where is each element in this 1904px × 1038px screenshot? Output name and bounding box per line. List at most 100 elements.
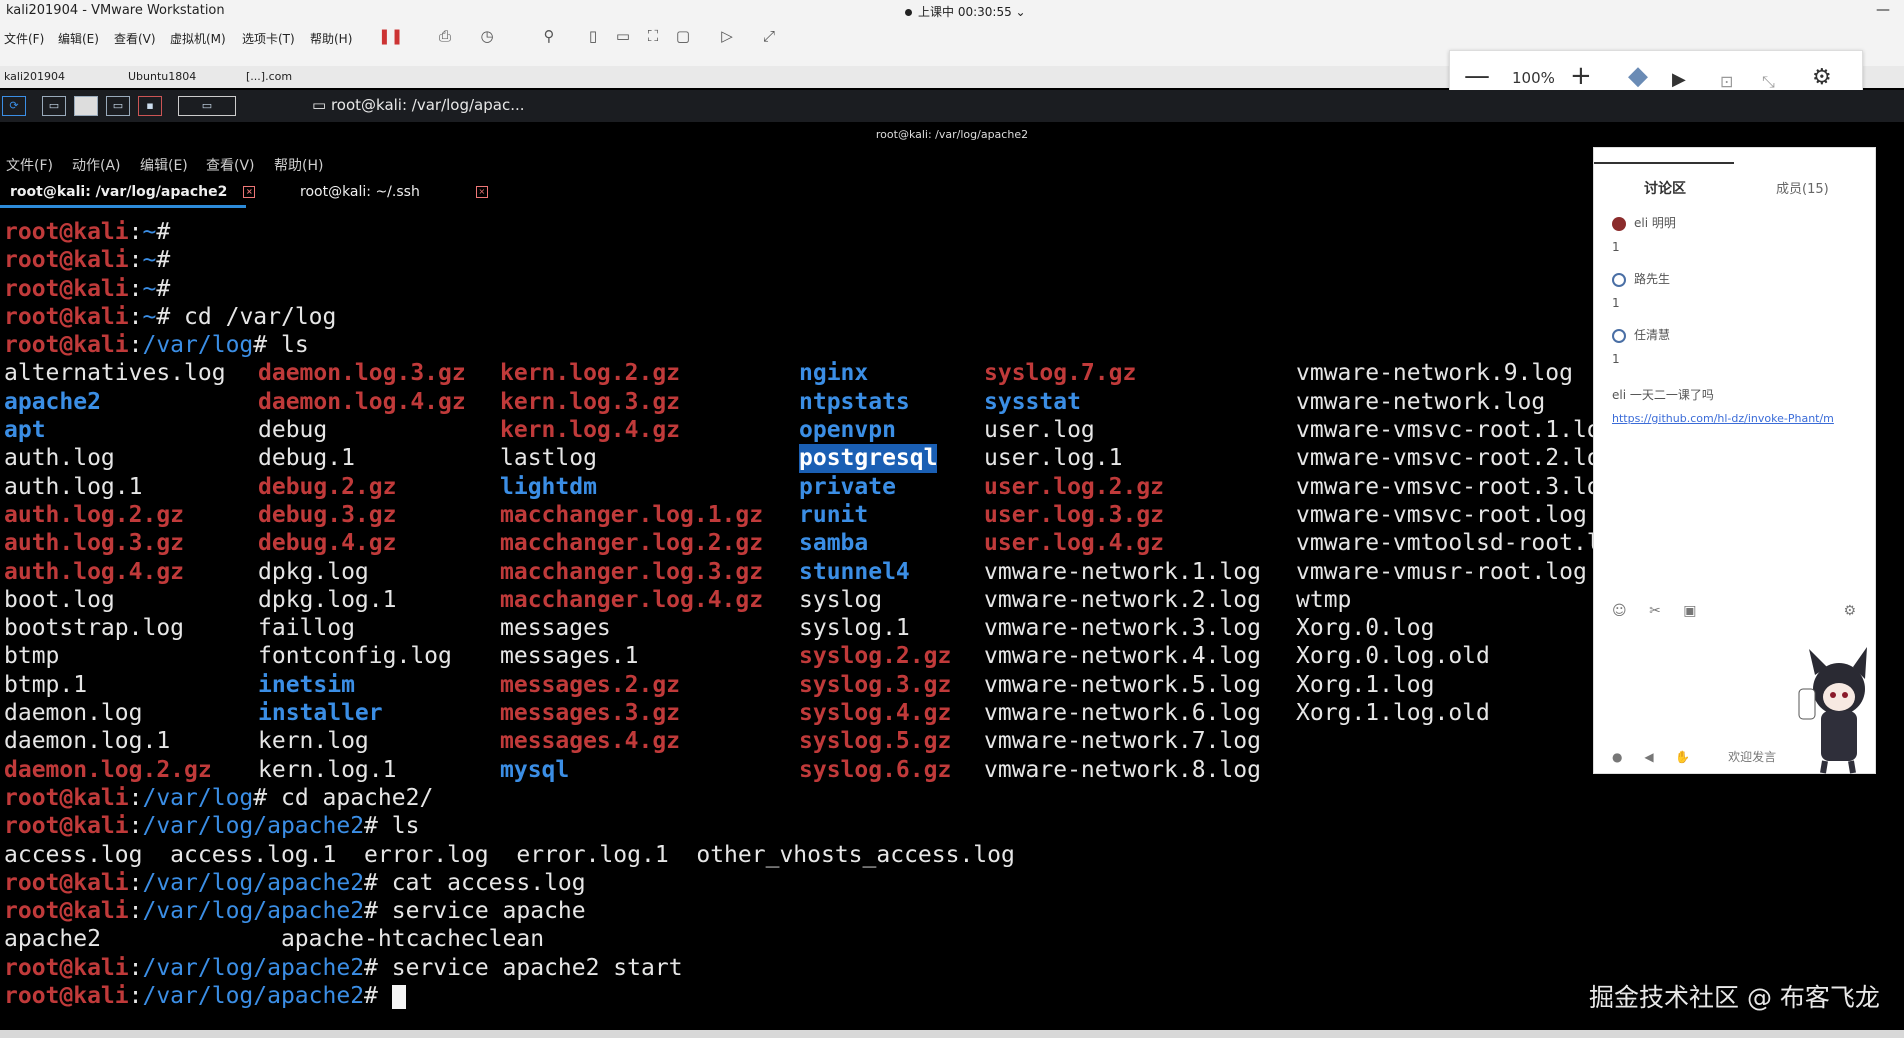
ls-entry: fontconfig.log <box>258 643 452 670</box>
term-menu-edit[interactable]: 编辑(E) <box>140 155 188 175</box>
settings-icon[interactable]: ⚙ <box>1843 603 1856 619</box>
ls-entry: dpkg.log <box>258 558 369 585</box>
image-icon[interactable]: ▣ <box>1683 603 1696 619</box>
vm-tab-ubuntu[interactable]: Ubuntu1804 <box>128 70 196 83</box>
chat-drag-bar <box>1594 162 1734 164</box>
prompt-user: root@kali <box>4 813 129 840</box>
chat-message: eli 一天二一课了吗 <box>1612 388 1714 402</box>
unity-icon[interactable]: ▢ <box>674 27 692 45</box>
mic-icon[interactable]: ● <box>1612 750 1622 764</box>
ls-entry: debug.4.gz <box>258 530 397 557</box>
command-text: ls <box>377 813 420 840</box>
terminal-title: root@kali: /var/log/apache2 <box>0 124 1904 146</box>
pause-icon[interactable]: ❚❚ <box>378 27 403 45</box>
menu-tabs[interactable]: 选项卡(T) <box>242 30 295 47</box>
ls-entry: kern.log <box>258 728 369 755</box>
vm-tab-other[interactable]: [...].com <box>246 70 292 83</box>
menu-view[interactable]: 查看(V) <box>114 30 156 47</box>
chat-message-text: 1 <box>1612 296 1620 310</box>
send-keys-icon[interactable]: ⎙ <box>436 27 454 45</box>
text-cursor <box>391 984 406 1009</box>
hand-icon[interactable]: ✋ <box>1675 750 1690 764</box>
ls-entry: vmware-network.log <box>1296 388 1546 415</box>
fullscreen-icon[interactable]: ⛶ <box>644 27 662 45</box>
session-status: 上课中 00:30:55 ⌄ <box>905 3 1026 20</box>
prompt-user: root@kali <box>4 898 129 925</box>
menu-edit[interactable]: 编辑(E) <box>58 30 99 47</box>
menu-vm[interactable]: 虚拟机(M) <box>170 30 226 47</box>
zoom-in-button[interactable]: + <box>1570 63 1592 89</box>
ls-entry: runit <box>799 501 869 528</box>
ls-entry: vmware-network.9.log <box>1296 360 1573 387</box>
close-tab-icon[interactable]: × <box>243 186 256 198</box>
chat-input-hint[interactable]: 欢迎发言 <box>1728 750 1776 764</box>
ls-entry: Xorg.0.log.old <box>1296 643 1490 670</box>
play-icon[interactable]: ◆ <box>1628 63 1648 89</box>
ls-entry: private <box>799 473 896 500</box>
menu-file[interactable]: 文件(F) <box>4 30 44 47</box>
ls-entry: vmware-network.1.log <box>984 558 1261 585</box>
zoom-out-button[interactable]: — <box>1464 63 1490 89</box>
ls-entry: macchanger.log.2.gz <box>500 530 764 557</box>
terminal-icon[interactable]: ▭ <box>106 96 130 116</box>
ls-entry: vmware-network.7.log <box>984 728 1261 755</box>
prompt-path: ~ <box>142 219 157 245</box>
ls-entry: kern.log.2.gz <box>500 360 681 387</box>
settings-icon[interactable]: ⚙ <box>1812 65 1832 91</box>
ls-entry: lastlog <box>500 445 597 472</box>
kali-menu-icon[interactable]: ⟳ <box>2 96 26 116</box>
console-icon[interactable]: ▷ <box>718 27 736 45</box>
ls-entry: auth.log.1 <box>4 473 143 500</box>
close-tab-icon[interactable]: × <box>475 186 488 198</box>
ls-entry: vmware-network.8.log <box>984 756 1261 783</box>
thumbnail-icon[interactable]: ▭ <box>614 27 632 45</box>
taskbar-terminal[interactable]: ▭ root@kali: /var/log/apac... <box>312 96 525 114</box>
snapshot-icon[interactable]: ◷ <box>478 27 496 45</box>
ls-entry: lightdm <box>500 473 597 500</box>
term-menu-view[interactable]: 查看(V) <box>206 155 255 175</box>
snapshot-manager-icon[interactable]: ⚲ <box>540 27 558 45</box>
workspace-icon[interactable]: ▭ <box>178 96 236 116</box>
term-menu-help[interactable]: 帮助(H) <box>274 155 323 175</box>
ls-entry: user.log.4.gz <box>984 530 1165 557</box>
term-menu-file[interactable]: 文件(F) <box>6 155 53 175</box>
sidebar-icon[interactable]: ▯ <box>584 27 602 45</box>
prompt-line: root@kali:/var/log/apache2# cat access.l… <box>4 869 586 896</box>
term-menu-action[interactable]: 动作(A) <box>72 155 121 175</box>
mascot-image <box>1798 647 1867 774</box>
kali-panel: ⟳ ▭ ▭ ▪ ▭ ▭ root@kali: /var/log/apac... <box>0 90 1904 122</box>
prompt-path: /var/log <box>142 784 254 811</box>
close-icon[interactable]: — <box>1876 2 1890 18</box>
stretch-icon[interactable]: ⤢ <box>760 27 778 45</box>
chat-link[interactable]: https://github.com/hl-dz/invoke-Phant/m <box>1612 412 1834 425</box>
speaker-icon[interactable]: ◀ <box>1644 750 1653 764</box>
chat-message: 路先生 <box>1612 270 1670 287</box>
emoji-icon[interactable]: ☺ <box>1612 603 1627 619</box>
command-text: service apache <box>377 898 586 925</box>
ls-entry: postgresql <box>799 444 938 473</box>
menu-help[interactable]: 帮助(H) <box>310 30 352 47</box>
term-tab-ssh[interactable]: root@kali: ~/.ssh × <box>300 184 488 200</box>
prompt-path: ~ <box>142 247 157 274</box>
tab-members[interactable]: 成员(15) <box>1776 178 1829 197</box>
ls-entry: daemon.log.3.gz <box>258 360 466 387</box>
record-icon <box>905 9 912 16</box>
ls-entry: syslog.2.gz <box>799 643 952 670</box>
app-icon[interactable]: ▪ <box>138 96 162 116</box>
ls-entry: messages.3.gz <box>500 700 681 727</box>
vmware-titlebar: kali201904 - VMware Workstation 上课中 00:3… <box>0 0 1904 22</box>
scissors-icon[interactable]: ✂ <box>1649 603 1661 619</box>
ls-entry: openvpn <box>799 417 896 444</box>
desktop-icon[interactable]: ▭ <box>42 96 66 116</box>
ls-entry: btmp <box>4 643 60 670</box>
ls-entry: debug <box>258 417 328 444</box>
ls-entry: daemon.log <box>4 700 143 727</box>
prompt-line: root@kali:/var/log# cd apache2/ <box>4 784 434 811</box>
files-icon[interactable] <box>74 96 98 116</box>
vm-tab-kali[interactable]: kali201904 <box>4 70 65 83</box>
ls-entry: alternatives.log <box>4 360 226 387</box>
ls-entry: apache2 <box>4 388 101 415</box>
tab-discussion[interactable]: 讨论区 <box>1644 178 1686 198</box>
chat-tabs: 讨论区 成员(15) <box>1594 178 1875 204</box>
term-tab-apache2[interactable]: root@kali: /var/log/apache2 × <box>10 184 256 200</box>
